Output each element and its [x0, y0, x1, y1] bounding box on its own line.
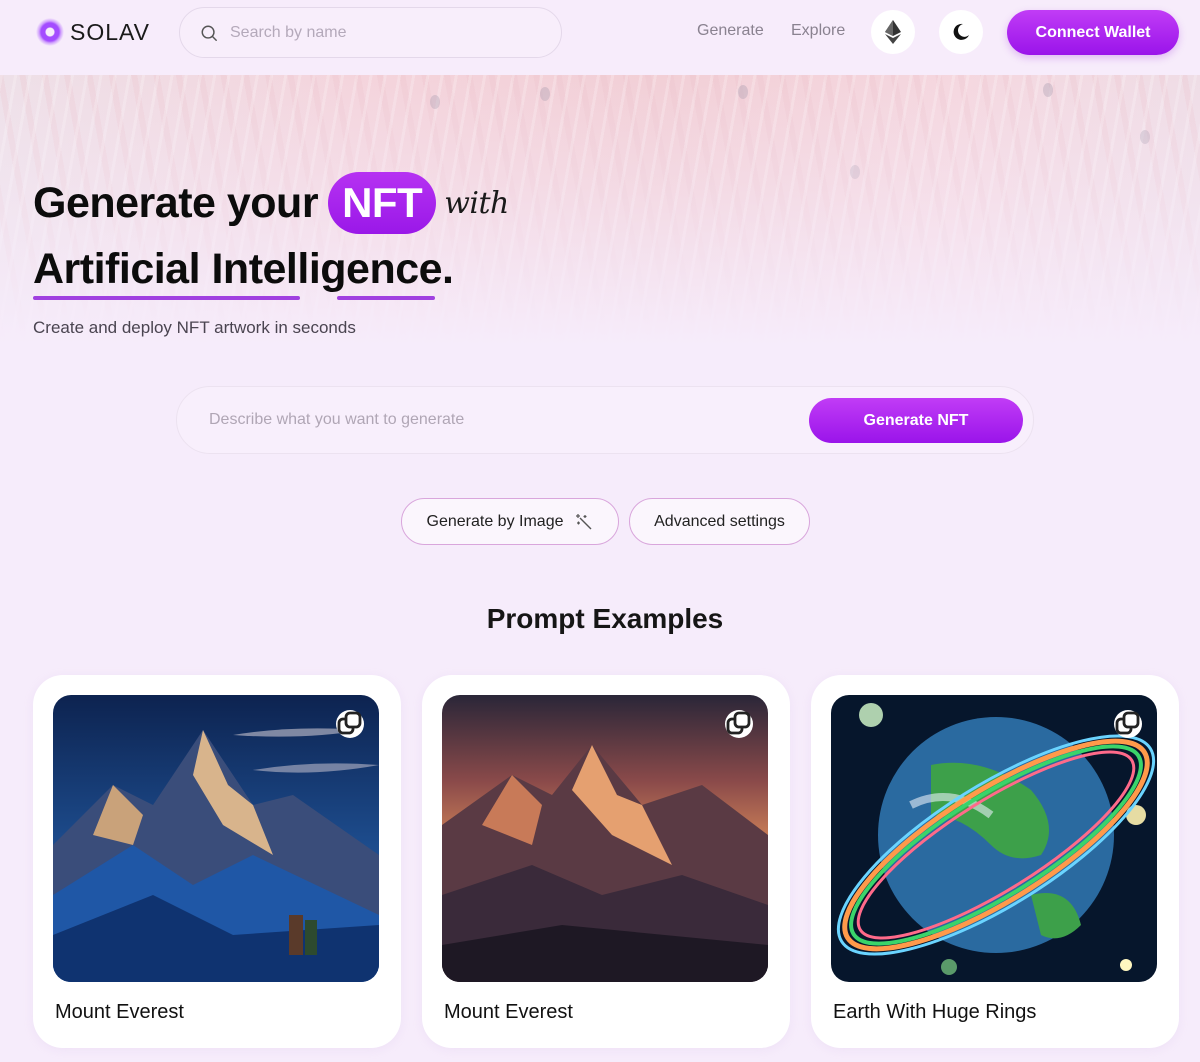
- hero-title-with: with: [444, 185, 509, 221]
- prompt-examples-title: Prompt Examples: [486, 603, 724, 634]
- title-underline: [337, 296, 435, 300]
- example-card[interactable]: Mount Everest: [422, 675, 790, 1048]
- copy-prompt-button[interactable]: [725, 710, 753, 738]
- hero-title-text: Generate your: [33, 178, 319, 227]
- search-input[interactable]: [230, 23, 530, 42]
- ethereum-icon: [885, 20, 901, 44]
- generate-by-image-label: Generate by Image: [426, 512, 564, 530]
- moon-icon: [953, 23, 969, 40]
- connect-wallet-button[interactable]: Connect Wallet: [1007, 10, 1179, 55]
- generate-nft-button[interactable]: Generate NFT: [809, 398, 1023, 443]
- nav-explore[interactable]: Explore: [791, 22, 845, 40]
- hero-title-line1: Generate your NFT with: [33, 172, 509, 234]
- example-image-earth-rings: [831, 695, 1157, 982]
- copy-icon: [337, 711, 362, 735]
- example-card-title: Mount Everest: [55, 1001, 184, 1023]
- example-card-title: Earth With Huge Rings: [833, 1001, 1037, 1023]
- title-underline: [33, 296, 300, 300]
- nav-generate[interactable]: Generate: [697, 22, 764, 40]
- example-image-mountain-sunset: [442, 695, 768, 982]
- example-card[interactable]: Mount Everest: [33, 675, 401, 1048]
- theme-toggle[interactable]: [939, 10, 983, 54]
- copy-prompt-button[interactable]: [336, 710, 364, 738]
- logo-mark-icon: [36, 18, 64, 46]
- top-nav: SOLAV Generate Explore Connect Wallet: [0, 0, 1200, 75]
- example-image-mountain-night: [53, 695, 379, 982]
- example-card-title: Mount Everest: [444, 1001, 573, 1023]
- copy-icon: [726, 711, 751, 735]
- prompt-input[interactable]: [209, 411, 789, 429]
- generate-by-image-button[interactable]: Generate by Image: [401, 498, 619, 545]
- copy-icon: [1115, 711, 1140, 735]
- prompt-bar: Generate NFT: [176, 386, 1034, 454]
- search-field[interactable]: [179, 7, 562, 58]
- magic-wand-icon: [576, 513, 592, 529]
- copy-prompt-button[interactable]: [1114, 710, 1142, 738]
- brand-logo[interactable]: SOLAV: [36, 18, 150, 46]
- hero-subtitle: Create and deploy NFT artwork in seconds: [33, 318, 356, 337]
- network-button[interactable]: [871, 10, 915, 54]
- brand-name: SOLAV: [70, 18, 150, 45]
- hero-title-line2: Artificial Intelligence.: [33, 245, 454, 293]
- search-icon: [201, 25, 217, 41]
- advanced-settings-button[interactable]: Advanced settings: [629, 498, 810, 545]
- nft-highlight-badge: NFT: [328, 172, 437, 234]
- example-card[interactable]: Earth With Huge Rings: [811, 675, 1179, 1048]
